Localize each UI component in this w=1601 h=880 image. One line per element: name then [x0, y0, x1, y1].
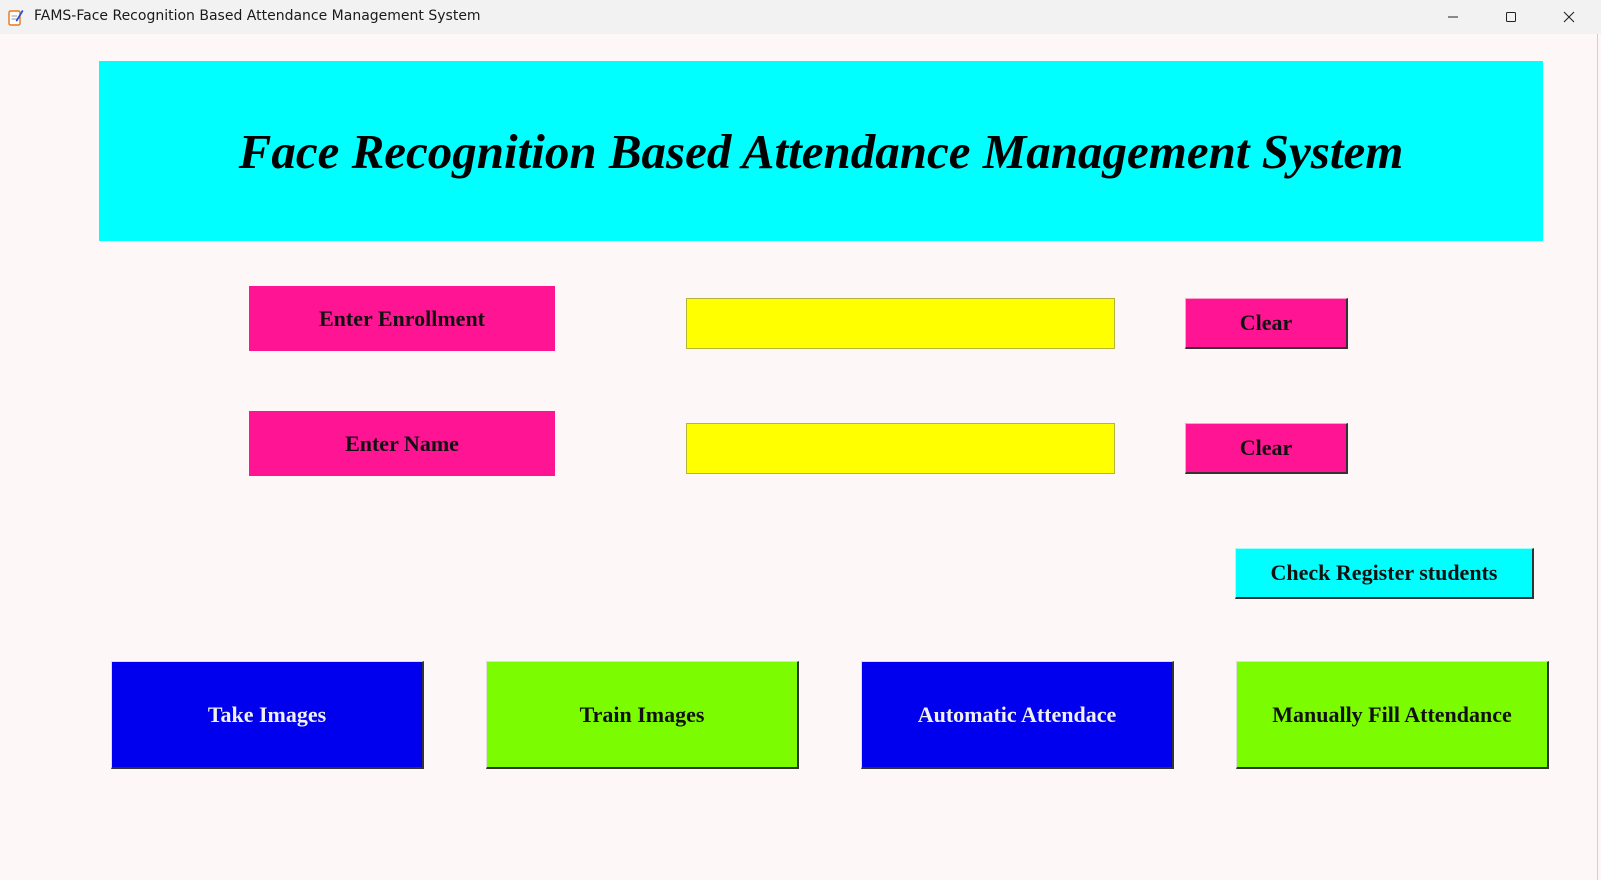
minimize-button[interactable] — [1424, 0, 1482, 34]
maximize-icon — [1505, 8, 1517, 27]
clear-enrollment-button[interactable]: Clear — [1185, 298, 1348, 349]
enrollment-label: Enter Enrollment — [249, 286, 555, 351]
title-bar[interactable]: FAMS-Face Recognition Based Attendance M… — [0, 0, 1601, 34]
main-content: Face Recognition Based Attendance Manage… — [0, 34, 1598, 880]
notepad-icon — [8, 8, 24, 26]
train-images-button[interactable]: Train Images — [486, 661, 799, 769]
close-button[interactable] — [1540, 0, 1598, 34]
maximize-button[interactable] — [1482, 0, 1540, 34]
take-images-button[interactable]: Take Images — [111, 661, 424, 769]
name-input[interactable] — [686, 423, 1115, 474]
check-register-students-button[interactable]: Check Register students — [1235, 548, 1534, 599]
page-title: Face Recognition Based Attendance Manage… — [238, 123, 1404, 179]
enrollment-input[interactable] — [686, 298, 1115, 349]
minimize-icon — [1447, 8, 1459, 27]
window-title: FAMS-Face Recognition Based Attendance M… — [34, 8, 481, 24]
app-window: FAMS-Face Recognition Based Attendance M… — [0, 0, 1601, 880]
header-banner: Face Recognition Based Attendance Manage… — [99, 61, 1543, 241]
close-icon — [1563, 8, 1575, 27]
manual-attendance-button[interactable]: Manually Fill Attendance — [1236, 661, 1549, 769]
name-label: Enter Name — [249, 411, 555, 476]
clear-name-button[interactable]: Clear — [1185, 423, 1348, 474]
automatic-attendance-button[interactable]: Automatic Attendace — [861, 661, 1174, 769]
